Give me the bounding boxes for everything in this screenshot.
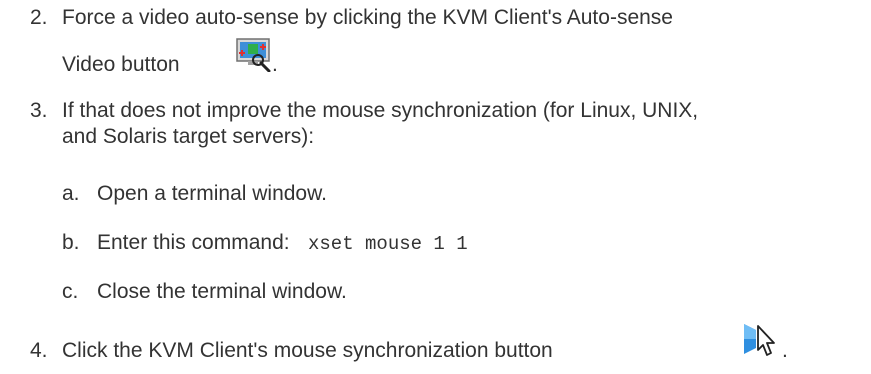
substep-text: Close the terminal window. [97,280,347,303]
step-text-period: . [272,53,278,76]
step-number: 3. [30,99,48,122]
substep-letter: a. [62,182,80,205]
step-text: Click the KVM Client's mouse synchroniza… [62,339,553,362]
command-code: xset mouse 1 1 [308,233,468,255]
step-text-continued: and Solaris target servers): [62,125,315,148]
mouse-sync-icon[interactable] [742,320,782,358]
substep-letter: c. [62,280,79,303]
substep-text: Enter this command: [97,231,290,254]
step-text-continued: Video button [62,53,180,76]
auto-sense-video-icon[interactable] [236,38,272,72]
step-number: 4. [30,339,48,362]
substep-letter: b. [62,231,80,254]
step-text-period: . [782,339,788,362]
step-text: Force a video auto-sense by clicking the… [62,6,673,29]
step-number: 2. [30,6,48,29]
step-text: If that does not improve the mouse synch… [62,99,699,122]
substep-text: Open a terminal window. [97,182,327,205]
